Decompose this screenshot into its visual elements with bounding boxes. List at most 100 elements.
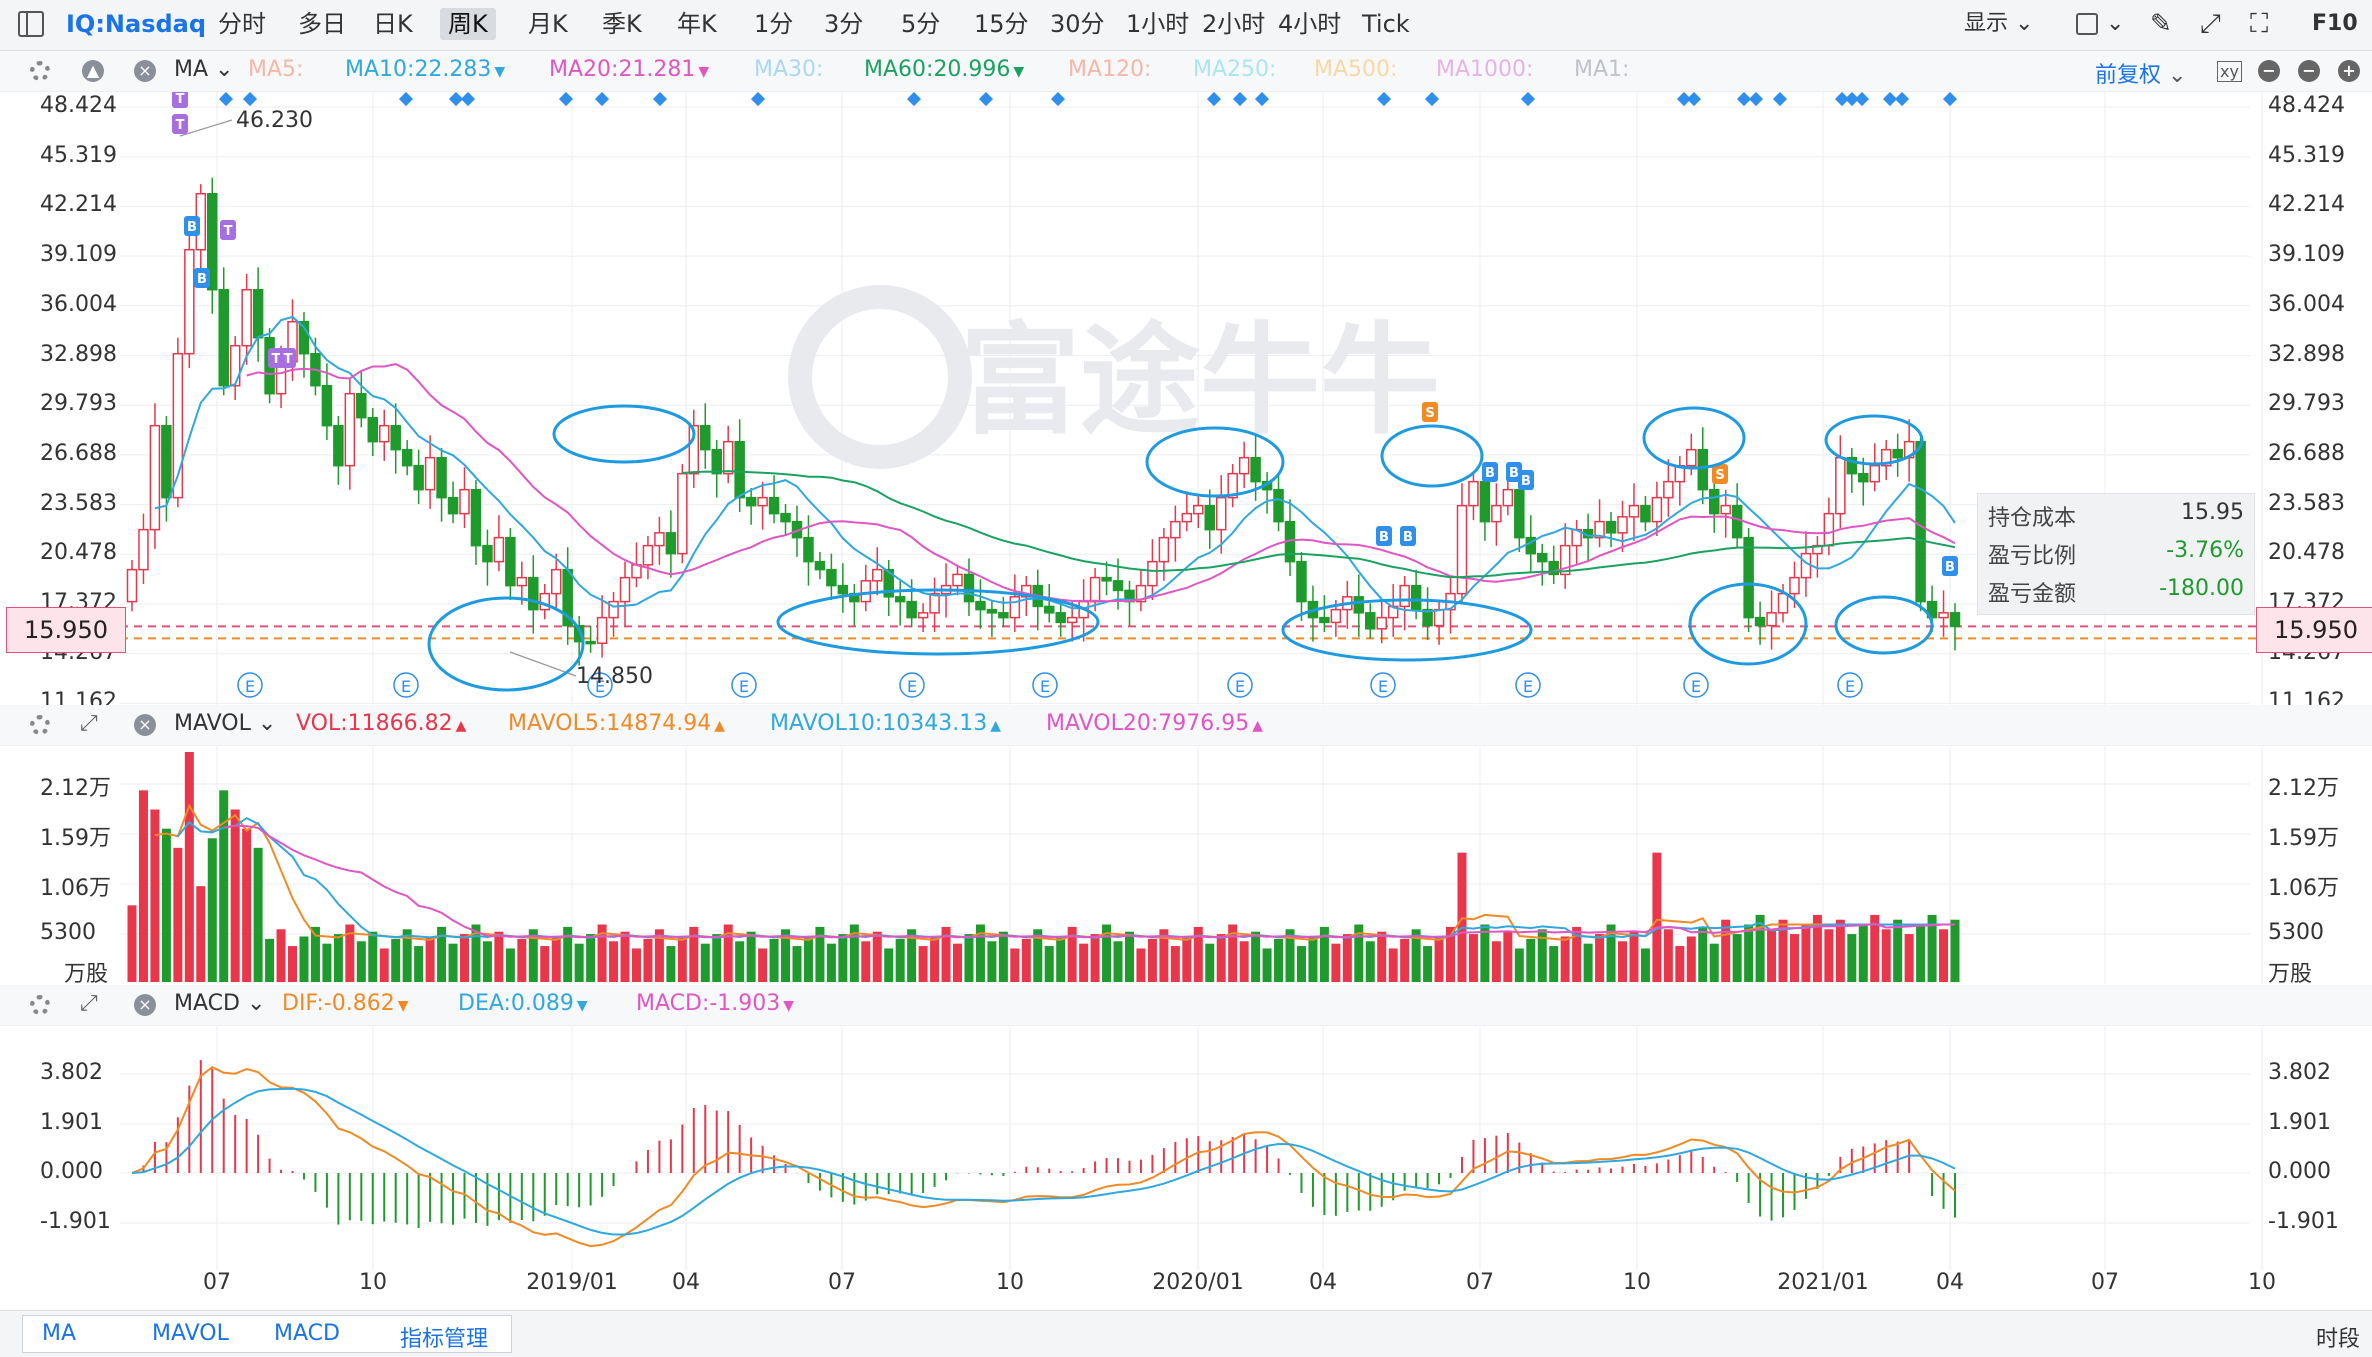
signal-diamond-icon[interactable] [652,92,668,107]
volume-bar[interactable] [1205,943,1215,982]
volume-bar[interactable] [1698,926,1708,982]
chart-type-icon[interactable] [2076,13,2098,35]
volume-bar[interactable] [861,941,871,982]
candle[interactable] [1468,472,1479,521]
volume-bar[interactable] [1595,934,1605,982]
volume-bar[interactable] [964,934,974,982]
candle[interactable] [1720,489,1731,538]
candle[interactable] [654,516,665,565]
volume-bar[interactable] [586,934,596,982]
expand-icon[interactable]: ⛶ [2250,8,2268,40]
indicator-tab-0[interactable]: MA [42,1321,76,1346]
candle[interactable] [814,552,826,580]
volume-bar[interactable] [161,828,171,982]
volume-bar[interactable] [1686,936,1696,982]
fullscreen-icon[interactable]: ⤢ [2200,8,2221,40]
volume-bar[interactable] [322,943,332,982]
signal-diamond-icon[interactable] [1772,92,1788,107]
earnings-e-icon[interactable]: E [731,672,757,698]
period-tab-14[interactable]: 4小时 [1270,8,1349,40]
candle[interactable] [1307,585,1319,642]
volume-bar[interactable] [643,938,653,982]
signal-diamond-icon[interactable] [558,92,574,107]
buy-marker-icon[interactable]: B [1942,556,1958,576]
candle[interactable] [929,577,940,633]
volume-bar[interactable] [1939,929,1949,982]
candle[interactable] [1766,590,1777,650]
volume-bar[interactable] [1767,929,1777,982]
mavol-indicator-name[interactable]: MAVOL ⌄ [174,711,276,736]
volume-bar[interactable] [1147,938,1157,982]
candle[interactable] [1674,456,1686,506]
volume-bar[interactable] [838,934,848,982]
gear-icon[interactable] [30,715,50,735]
macd-chart[interactable] [0,1026,2372,1270]
candle[interactable] [184,227,195,369]
candle[interactable] [1502,480,1514,516]
adjust-mode-select[interactable]: 前复权 ⌄ [2095,57,2186,89]
volume-bar[interactable] [1216,934,1226,982]
volume-bar[interactable] [1583,943,1593,982]
volume-bar[interactable] [1858,924,1868,983]
zoom-out-icon[interactable]: − [2258,60,2280,82]
candle[interactable] [1181,491,1193,532]
volume-bar[interactable] [494,931,504,982]
volume-bar[interactable] [253,847,263,982]
period-label[interactable]: 时段 [2316,1321,2360,1353]
volume-bar[interactable] [1950,919,1960,982]
signal-diamond-icon[interactable] [906,92,922,107]
candle[interactable] [826,553,837,601]
volume-bar[interactable] [1514,948,1524,982]
volume-bar[interactable] [746,931,756,982]
volume-bar[interactable] [333,934,343,982]
volume-bar[interactable] [930,936,940,982]
volume-bar[interactable] [1526,938,1536,982]
candle[interactable] [1043,584,1055,623]
period-tab-5[interactable]: 季K [594,8,650,40]
price-chart[interactable]: 富途牛牛 E E E E E E E E E E ETTTBBT TSB BB BB SB [0,92,2372,710]
volume-bar[interactable] [895,938,905,982]
candle[interactable] [963,558,975,617]
candle[interactable] [1284,499,1296,577]
volume-bar[interactable] [918,946,928,982]
volume-bar[interactable] [127,905,137,982]
volume-bar[interactable] [425,936,435,982]
signal-diamond-icon[interactable] [1736,92,1752,107]
signal-diamond-icon[interactable] [1942,92,1958,107]
draw-pen-icon[interactable]: ✎ [2150,8,2172,40]
candle[interactable] [975,579,986,629]
volume-bar[interactable] [1251,931,1261,982]
volume-chart[interactable] [0,746,2372,984]
volume-bar[interactable] [1182,936,1192,982]
candle[interactable] [849,584,860,626]
volume-bar[interactable] [803,936,813,982]
collapse-up-icon[interactable]: ▲ [82,60,104,82]
volume-bar[interactable] [414,946,424,982]
candle[interactable] [711,440,722,498]
period-tab-3[interactable]: 周K [440,8,496,40]
signal-diamond-icon[interactable] [242,92,258,107]
volume-bar[interactable] [609,941,619,982]
candle[interactable] [917,603,929,633]
expand-pane-icon[interactable]: ⤢ [80,711,98,736]
volume-bar[interactable] [219,790,229,982]
buy-marker-icon[interactable]: B [194,268,210,288]
trade-marker-icon[interactable]: T [172,114,188,134]
signal-diamond-icon[interactable] [1748,92,1764,107]
candle[interactable] [1663,459,1674,517]
candle[interactable] [1571,520,1582,565]
earnings-e-icon[interactable]: E [393,672,419,698]
trade-marker-icon[interactable]: T [172,92,188,108]
volume-bar[interactable] [1468,934,1478,982]
axis-scale-icon[interactable]: xy [2217,61,2242,82]
signal-diamond-icon[interactable] [1894,92,1910,107]
volume-bar[interactable] [1365,941,1375,982]
candle[interactable] [1365,603,1376,639]
gear-icon[interactable] [30,995,50,1015]
volume-bar[interactable] [1835,919,1845,982]
earnings-e-icon[interactable]: E [1032,672,1058,698]
period-tab-7[interactable]: 1分 [746,8,801,40]
buy-marker-icon[interactable]: B [184,216,200,236]
volume-bar[interactable] [1331,943,1341,982]
volume-bar[interactable] [1136,948,1146,982]
